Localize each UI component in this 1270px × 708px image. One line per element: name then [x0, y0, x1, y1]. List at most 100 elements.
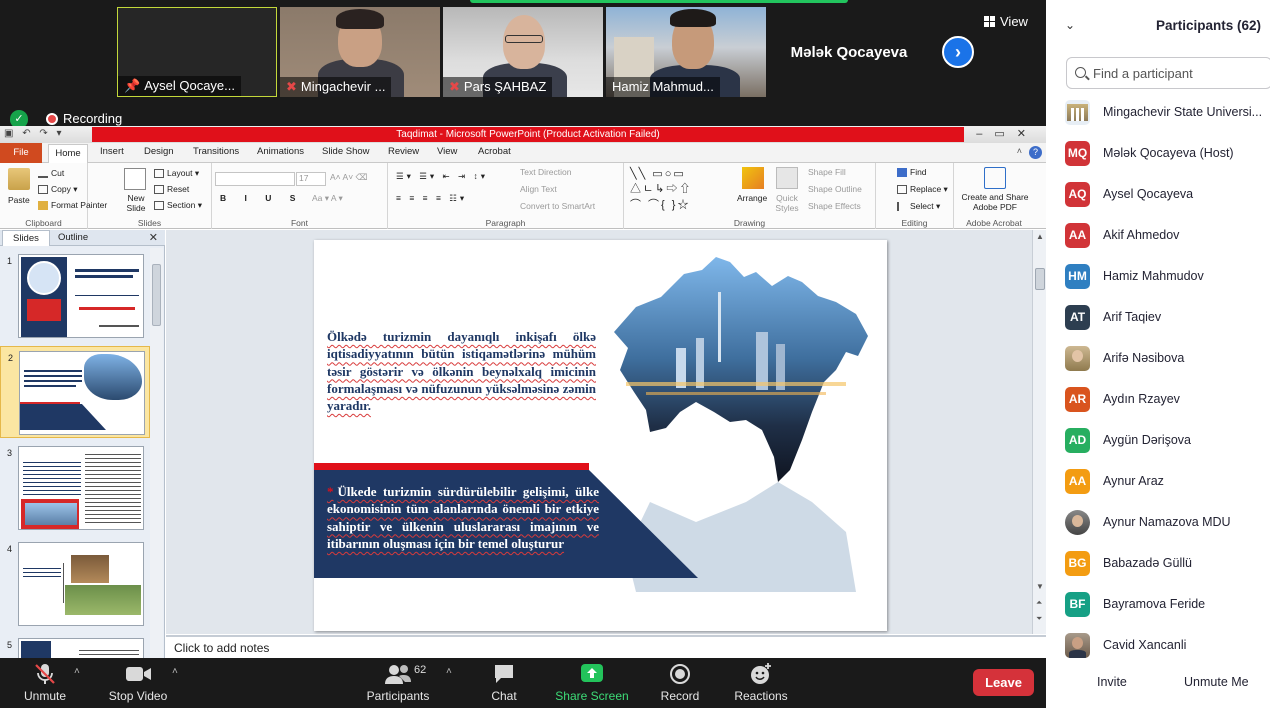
- view-button[interactable]: View: [984, 14, 1028, 29]
- scroll-down-icon[interactable]: ▼: [1036, 582, 1044, 591]
- chevron-down-icon[interactable]: ⌄: [1065, 18, 1075, 32]
- prev-slide-icon[interactable]: ⏶: [1036, 598, 1042, 608]
- window-controls[interactable]: –▭✕: [976, 127, 1038, 140]
- current-slide[interactable]: Ölkədə turizmin dayanıqlı inkişafı ölkə …: [314, 240, 887, 631]
- copy-button[interactable]: Copy ▾: [38, 184, 77, 195]
- video-options-caret[interactable]: ˄: [172, 666, 178, 677]
- paste-button[interactable]: Paste: [8, 195, 30, 205]
- slide-thumbnail-4[interactable]: 4: [0, 538, 150, 630]
- search-input[interactable]: [1093, 64, 1263, 82]
- slide-thumbnail-5[interactable]: 5: [0, 634, 150, 658]
- scroll-up-icon[interactable]: ▲: [1036, 232, 1044, 241]
- unmute-button[interactable]: Unmute: [22, 662, 68, 703]
- participant-row[interactable]: Mingachevir State Universi...: [1046, 92, 1270, 133]
- section-button[interactable]: Section ▾: [154, 200, 202, 211]
- slide-thumbnail-2[interactable]: 2: [0, 346, 150, 438]
- participants-button[interactable]: 62 Participants: [367, 662, 430, 703]
- audio-options-caret[interactable]: ˄: [74, 666, 80, 677]
- participant-row[interactable]: AT Arif Taqiev: [1046, 297, 1270, 338]
- shapes-gallery[interactable]: ╲╲ ▭○▭ △ㄴ↳⇨⇧ ⌒ ⌒{ }☆: [630, 167, 692, 212]
- participant-search[interactable]: [1066, 57, 1270, 89]
- shape-outline-button[interactable]: Shape Outline: [808, 184, 862, 194]
- shape-effects-button[interactable]: Shape Effects: [808, 201, 861, 211]
- next-slide-icon[interactable]: ⏷: [1036, 614, 1042, 624]
- reactions-button[interactable]: Reactions: [734, 662, 788, 703]
- notes-pane[interactable]: Click to add notes: [166, 635, 1046, 658]
- reset-button[interactable]: Reset: [154, 184, 189, 195]
- participant-row[interactable]: AQ Aysel Qocayeva: [1046, 174, 1270, 215]
- participant-row[interactable]: AA Akif Ahmedov: [1046, 215, 1270, 256]
- participant-row[interactable]: Aynur Namazova MDU: [1046, 502, 1270, 543]
- video-tile-pars[interactable]: ✖ Pars ŞAHBAZ: [443, 7, 603, 97]
- tab-transitions[interactable]: Transitions: [193, 146, 239, 157]
- convert-smartart-button[interactable]: Convert to SmartArt: [520, 201, 595, 211]
- chat-button[interactable]: Chat: [484, 662, 524, 703]
- invite-button[interactable]: Invite: [1097, 675, 1127, 689]
- slides-scrollbar[interactable]: [150, 248, 163, 658]
- video-tile-hamiz[interactable]: Hamiz Mahmud...: [606, 7, 766, 97]
- tab-outline[interactable]: Outline: [58, 232, 88, 243]
- slide-paragraph-azerbaijani[interactable]: Ölkədə turizmin dayanıqlı inkişafı ölkə …: [327, 328, 596, 414]
- grow-shrink-font-buttons[interactable]: A˄ A˅ ⌫: [330, 172, 368, 183]
- participant-row[interactable]: Cavid Xancanli: [1046, 625, 1270, 658]
- tab-animations[interactable]: Animations: [257, 146, 304, 157]
- tab-review[interactable]: Review: [388, 146, 419, 157]
- tab-view[interactable]: View: [437, 146, 457, 157]
- shape-fill-button[interactable]: Shape Fill: [808, 167, 846, 177]
- video-tile-mingachevir[interactable]: ✖ Mingachevir ...: [280, 7, 440, 97]
- slide-thumbnail-3[interactable]: 3: [0, 442, 150, 534]
- participants-options-caret[interactable]: ˄: [446, 666, 452, 677]
- close-icon[interactable]: ✕: [149, 231, 158, 244]
- font-color-buttons[interactable]: Aa ▾ A ▾: [312, 193, 343, 204]
- quick-styles-button[interactable]: Quick Styles: [772, 193, 802, 213]
- participant-row[interactable]: AA Aynur Araz: [1046, 461, 1270, 502]
- active-speaker-tile[interactable]: Mələk Qocayeva: [769, 7, 929, 97]
- new-slide-button[interactable]: New Slide: [122, 193, 150, 213]
- list-buttons[interactable]: ☰▾ ☰▾ ⇤ ⇥ ↕▾: [396, 171, 488, 182]
- participant-row[interactable]: MQ Mələk Qocayeva (Host): [1046, 133, 1270, 174]
- participant-row[interactable]: BF Bayramova Feride: [1046, 584, 1270, 625]
- slide-thumbnail-1[interactable]: 1: [0, 250, 150, 342]
- font-size-combo[interactable]: 17: [296, 172, 326, 186]
- unmute-me-button[interactable]: Unmute Me: [1184, 675, 1249, 689]
- next-page-button[interactable]: ›: [942, 36, 974, 68]
- tab-slide-show[interactable]: Slide Show: [322, 146, 370, 157]
- participant-row[interactable]: AD Aygün Dərişova: [1046, 420, 1270, 461]
- arrange-button[interactable]: Arrange: [737, 193, 767, 203]
- tab-acrobat[interactable]: Acrobat: [478, 146, 511, 157]
- video-tile-aysel[interactable]: 📌 Aysel Qocaye...: [117, 7, 277, 97]
- text-direction-button[interactable]: Text Direction: [520, 167, 572, 177]
- find-button[interactable]: Find: [897, 167, 927, 178]
- group-paragraph: ☰▾ ☰▾ ⇤ ⇥ ↕▾ ≡ ≡ ≡ ≡ ☷▾ Text Direction A…: [388, 163, 624, 229]
- ribbon-collapse-icon[interactable]: ˄: [1017, 146, 1022, 156]
- editor-scrollbar[interactable]: ▲ ▼ ⏶ ⏷: [1032, 230, 1046, 634]
- create-pdf-button[interactable]: Create and Share Adobe PDF: [958, 192, 1032, 212]
- help-icon[interactable]: ?: [1029, 146, 1042, 159]
- recording-indicator[interactable]: Recording: [46, 111, 122, 126]
- layout-button[interactable]: Layout ▾: [154, 168, 199, 179]
- tab-file[interactable]: File: [0, 143, 42, 163]
- slide-paragraph-turkish[interactable]: * Ülkede turizmin sürdürülebilir gelişimi…: [327, 483, 599, 552]
- share-screen-button[interactable]: Share Screen: [555, 662, 629, 703]
- leave-button[interactable]: Leave: [973, 669, 1034, 696]
- participant-row[interactable]: BG Babazadə Güllü: [1046, 543, 1270, 584]
- quick-access-toolbar[interactable]: ▣ ↶ ↷ ▾: [4, 128, 65, 139]
- replace-button[interactable]: Replace ▾: [897, 184, 948, 195]
- record-button[interactable]: Record: [660, 662, 700, 703]
- participant-row[interactable]: AR Aydın Rzayev: [1046, 379, 1270, 420]
- scroll-thumb[interactable]: [152, 264, 161, 326]
- tab-slides[interactable]: Slides: [2, 230, 50, 246]
- align-text-button[interactable]: Align Text: [520, 184, 557, 194]
- tab-design[interactable]: Design: [144, 146, 174, 157]
- select-button[interactable]: Select ▾: [897, 201, 940, 212]
- stop-video-button[interactable]: Stop Video: [109, 662, 167, 703]
- cut-button[interactable]: Cut: [38, 168, 64, 179]
- participant-row[interactable]: Arifə Nəsibova: [1046, 338, 1270, 379]
- align-buttons[interactable]: ≡ ≡ ≡ ≡ ☷▾: [396, 193, 467, 204]
- tab-insert[interactable]: Insert: [100, 146, 124, 157]
- participant-row[interactable]: HM Hamiz Mahmudov: [1046, 256, 1270, 297]
- tab-home[interactable]: Home: [48, 144, 88, 164]
- font-name-combo[interactable]: [215, 172, 295, 186]
- font-style-buttons[interactable]: B I U S: [220, 193, 303, 203]
- scroll-thumb[interactable]: [1035, 268, 1045, 290]
